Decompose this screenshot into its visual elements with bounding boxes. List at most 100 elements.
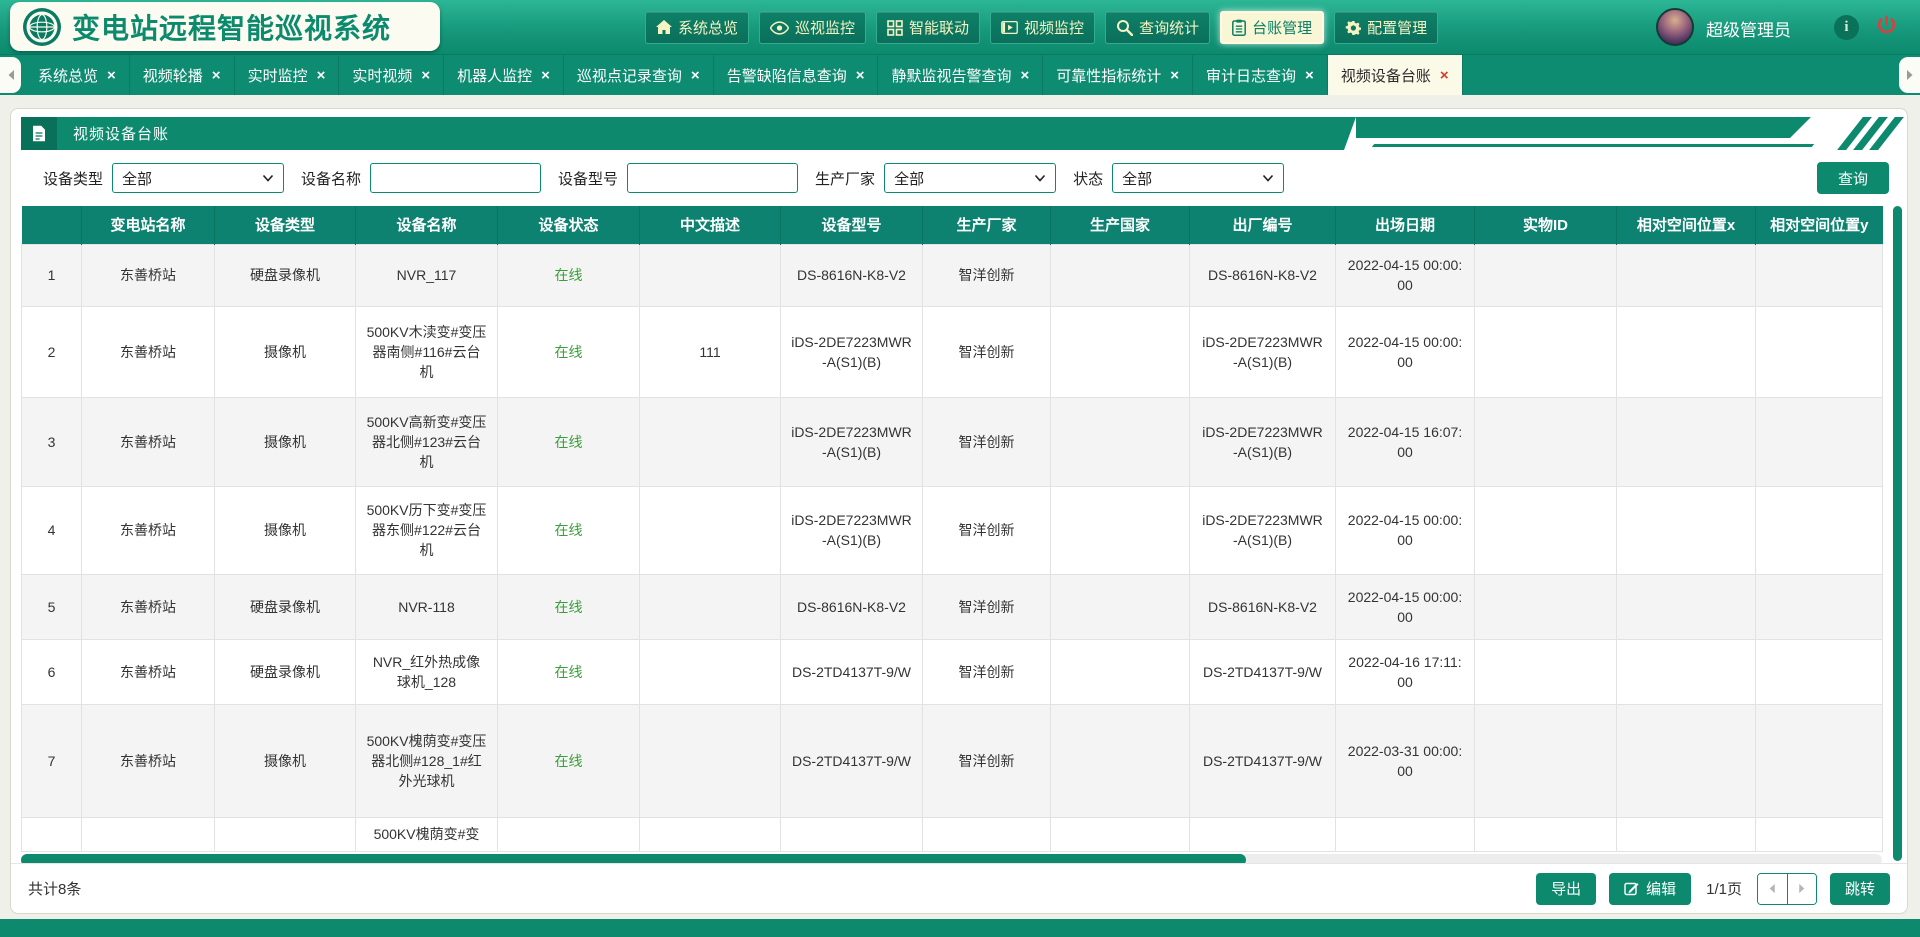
manufacturer-select[interactable]: 全部 — [884, 163, 1056, 193]
table-cell: 500KV高新变#变压器北侧#123#云台机 — [356, 397, 498, 486]
table-cell — [1756, 244, 1883, 306]
footer-actions: 导出 编辑 1/1页 — [1536, 873, 1890, 905]
table-cell: iDS-2DE7223MWR-A(S1)(B) — [1190, 306, 1336, 397]
table-row[interactable]: 4东善桥站摄像机500KV历下变#变压器东侧#122#云台机在线iDS-2DE7… — [22, 486, 1883, 574]
tab-4[interactable]: 机器人监控× — [444, 55, 564, 95]
table-cell — [1051, 244, 1190, 306]
tab-6[interactable]: 告警缺陷信息查询× — [714, 55, 879, 95]
table-cell — [1756, 486, 1883, 574]
tab-5[interactable]: 巡视点记录查询 × — [564, 55, 714, 95]
table-cell: 东善桥站 — [82, 574, 215, 639]
row-index-cell: 6 — [22, 639, 82, 704]
device-type-select[interactable]: 全部 — [112, 163, 284, 193]
jump-button[interactable]: 跳转 — [1830, 873, 1890, 905]
avatar[interactable] — [1656, 8, 1694, 46]
prev-page-button[interactable] — [1758, 874, 1787, 904]
table-cell — [1756, 574, 1883, 639]
table-cell — [215, 817, 356, 851]
power-icon[interactable] — [1876, 15, 1897, 41]
table-cell: 智洋创新 — [923, 639, 1051, 704]
query-button[interactable]: 查询 — [1817, 162, 1889, 194]
table-row[interactable]: 6东善桥站硬盘录像机NVR_红外热成像球机_128在线DS-2TD4137T-9… — [22, 639, 1883, 704]
close-icon[interactable]: × — [1305, 68, 1314, 83]
close-icon[interactable]: × — [856, 68, 865, 83]
tab-label: 实时视频 — [352, 65, 412, 86]
column-header: 设备名称 — [356, 206, 498, 244]
close-icon[interactable]: × — [421, 68, 430, 83]
app-logo-icon — [22, 7, 62, 47]
nav-button-search[interactable]: 查询统计 — [1105, 11, 1210, 44]
table-footer: 共计8条 导出 编辑 1/1页 — [11, 863, 1907, 913]
table-row[interactable]: 1东善桥站硬盘录像机NVR_117在线DS-8616N-K8-V2智洋创新DS-… — [22, 244, 1883, 306]
table-cell: 智洋创新 — [923, 704, 1051, 817]
nav-button-clipboard[interactable]: 台账管理 — [1220, 11, 1324, 44]
tab-label: 审计日志查询 — [1206, 65, 1296, 86]
table-cell — [1475, 486, 1617, 574]
table-cell — [1051, 817, 1190, 851]
device-model-input[interactable] — [627, 163, 798, 193]
nav-button-label: 查询统计 — [1139, 17, 1199, 38]
chevron-right-icon — [1798, 883, 1806, 894]
tab-scroll-left-button[interactable] — [0, 57, 21, 93]
app-title: 变电站远程智能巡视系统 — [72, 7, 391, 47]
nav-button-video[interactable]: 视频监控 — [990, 11, 1095, 44]
table-cell: 智洋创新 — [923, 244, 1051, 306]
chevron-left-icon — [1768, 883, 1776, 894]
table-cell: 111 — [640, 306, 781, 397]
close-icon[interactable]: × — [212, 68, 221, 83]
export-button[interactable]: 导出 — [1536, 873, 1596, 905]
table-cell — [640, 639, 781, 704]
filter-bar: 设备类型 全部 设备名称 设备型号 生产厂家 全部 — [43, 162, 1889, 194]
table-cell — [1617, 817, 1756, 851]
tab-1[interactable]: 视频轮播× — [130, 55, 235, 95]
close-icon[interactable]: × — [1170, 68, 1179, 83]
table-cell: 硬盘录像机 — [215, 639, 356, 704]
tab-2[interactable]: 实时监控× — [235, 55, 340, 95]
close-icon[interactable]: × — [541, 68, 550, 83]
table-cell: DS-2TD4137T-9/W — [781, 704, 923, 817]
tab-8[interactable]: 可靠性指标统计× — [1043, 55, 1193, 95]
vertical-scrollbar-thumb[interactable] — [1893, 206, 1902, 861]
tab-label: 巡视点记录查询 — [577, 65, 682, 86]
nav-button-gear[interactable]: 配置管理 — [1334, 11, 1438, 44]
edit-button[interactable]: 编辑 — [1609, 873, 1691, 905]
table-cell: NVR-118 — [356, 574, 498, 639]
column-header — [22, 206, 82, 244]
table-cell: 在线 — [498, 639, 640, 704]
close-icon[interactable]: × — [1020, 68, 1029, 83]
tab-scroll-right-button[interactable] — [1899, 57, 1920, 93]
table-cell — [1051, 574, 1190, 639]
tab-0[interactable]: 系统总览× — [25, 55, 130, 95]
tab-10[interactable]: 视频设备台账× — [1328, 55, 1463, 95]
nav-button-link[interactable]: 智能联动 — [876, 11, 980, 44]
status-select[interactable]: 全部 — [1112, 163, 1284, 193]
table-cell — [1617, 704, 1756, 817]
table-row[interactable]: 7东善桥站摄像机500KV槐荫变#变压器北侧#128_1#红外光球机在线DS-2… — [22, 704, 1883, 817]
table-cell — [640, 244, 781, 306]
table-cell: 在线 — [498, 306, 640, 397]
table-cell: 硬盘录像机 — [215, 574, 356, 639]
clipboard-icon — [1232, 19, 1246, 36]
tab-9[interactable]: 审计日志查询 × — [1193, 55, 1328, 95]
close-icon[interactable]: × — [107, 68, 116, 83]
tab-3[interactable]: 实时视频 × — [339, 55, 444, 95]
close-icon[interactable]: × — [691, 68, 700, 83]
nav-button-eye[interactable]: 巡视监控 — [759, 11, 866, 44]
device-name-input[interactable] — [370, 163, 541, 193]
nav-button-home[interactable]: 系统总览 — [645, 11, 749, 44]
info-icon[interactable]: i — [1834, 15, 1859, 40]
next-page-button[interactable] — [1787, 874, 1816, 904]
app-header: 变电站远程智能巡视系统 系统总览巡视监控智能联动视频监控 查询统计台账管理配置管理… — [0, 0, 1920, 55]
row-index-cell: 1 — [22, 244, 82, 306]
table-row[interactable]: 2东善桥站摄像机500KV木渎变#变压器南侧#116#云台机在线111iDS-2… — [22, 306, 1883, 397]
table-row[interactable]: 3东善桥站摄像机500KV高新变#变压器北侧#123#云台机在线iDS-2DE7… — [22, 397, 1883, 486]
table-row[interactable]: 5东善桥站硬盘录像机NVR-118在线DS-8616N-K8-V2智洋创新DS-… — [22, 574, 1883, 639]
table-row[interactable]: 500KV槐荫变#变 — [22, 817, 1883, 851]
table-cell — [1756, 397, 1883, 486]
tab-7[interactable]: 静默监视告警查询× — [878, 55, 1043, 95]
table-cell — [923, 817, 1051, 851]
close-icon[interactable]: × — [317, 68, 326, 83]
table-cell: 东善桥站 — [82, 704, 215, 817]
table-cell — [1336, 817, 1475, 851]
close-icon[interactable]: × — [1440, 68, 1449, 83]
